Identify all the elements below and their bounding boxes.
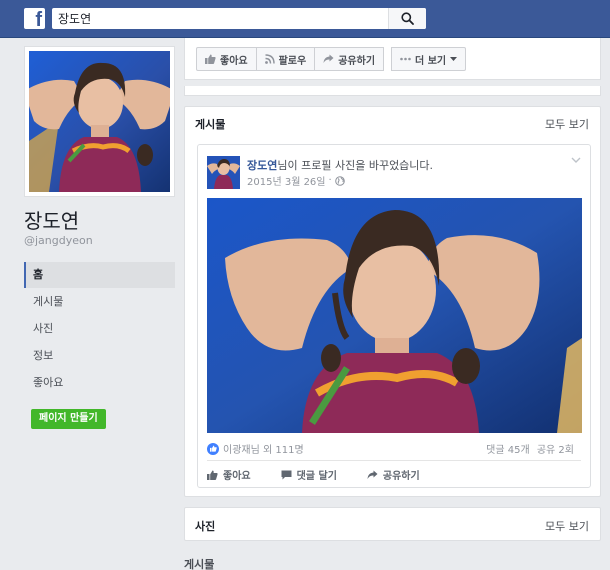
like-reaction-icon [207,442,219,455]
thumbs-up-icon [207,470,218,480]
more-label: 더 보기 [415,55,447,67]
post-action-text: 님이 프로필 사진을 바꾸었습니다. [277,159,434,172]
post-like-button[interactable]: 좋아요 [207,467,251,482]
comment-count[interactable]: 댓글 45개 [486,445,530,456]
post-header: 장도연님이 프로필 사진을 바꾸었습니다. [247,157,433,173]
post-divider [207,460,581,461]
nav-item-posts[interactable]: 게시물 [24,289,175,315]
search-icon [401,12,414,25]
post-counts: 댓글 45개 공유 2회 [486,441,574,456]
more-button[interactable]: 더 보기 [391,47,467,71]
post: 장도연님이 프로필 사진을 바꾸었습니다. 2015년 3월 26일 · 이광재… [197,144,591,488]
photos-section: 사진 모두 보기 [184,507,601,541]
search-box [52,8,426,29]
page-action-bar: 좋아요 팔로우 공유하기 더 보기 [184,38,601,80]
caret-down-icon [450,57,458,61]
posts-heading-bottom: 게시물 [184,558,215,570]
nav-item-likes[interactable]: 좋아요 [24,370,175,396]
nav-item-home[interactable]: 홈 [24,262,175,288]
post-options-chevron-icon[interactable] [571,157,581,163]
globe-icon[interactable] [334,175,345,186]
like-page-button[interactable]: 좋아요 [196,47,257,71]
follow-button[interactable]: 팔로우 [255,47,316,71]
post-photo[interactable] [207,198,582,433]
search-input[interactable] [52,8,388,29]
post-author-avatar[interactable] [207,156,240,189]
reactions-text: 이광재님 외 111명 [223,445,304,456]
more-dots-icon [400,57,411,61]
nav-item-about[interactable]: 정보 [24,343,175,369]
cover-card-bottom [184,86,601,96]
meta-separator: · [328,175,332,186]
profile-picture[interactable] [24,46,175,197]
like-page-label: 좋아요 [220,55,248,67]
share-arrow-icon [367,470,378,479]
post-comment-button[interactable]: 댓글 달기 [281,467,337,482]
top-bar: f [0,0,610,38]
photos-see-all-link[interactable]: 모두 보기 [545,518,589,534]
posts-see-all-link[interactable]: 모두 보기 [545,116,589,132]
photos-section-title: 사진 [195,520,216,533]
post-date[interactable]: 2015년 3월 26일 [247,173,326,188]
page-name: 장도연 [24,209,80,233]
post-share-label: 공유하기 [382,471,420,482]
follow-label: 팔로우 [278,55,307,67]
share-arrow-icon [323,54,334,63]
comment-icon [281,470,292,479]
share-page-button[interactable]: 공유하기 [314,47,385,71]
create-page-button[interactable]: 페이지 만들기 [31,409,106,429]
post-actions: 좋아요 댓글 달기 공유하기 [207,467,450,482]
profile-photo [29,51,170,192]
share-page-label: 공유하기 [338,55,376,67]
page-handle: @jangdyeon [24,234,93,247]
post-meta: 2015년 3월 26일 · [247,173,345,188]
post-comment-label: 댓글 달기 [296,471,337,482]
nav-item-photos[interactable]: 사진 [24,316,175,342]
thumbs-up-icon [205,54,216,64]
post-author-link[interactable]: 장도연 [247,159,277,172]
facebook-logo[interactable]: f [24,8,45,29]
posts-section: 게시물 모두 보기 장도연님이 프로필 사진을 바꾸었습니다. 2015년 3월… [184,106,601,497]
post-share-button[interactable]: 공유하기 [367,467,420,482]
posts-section-title: 게시물 [195,118,226,131]
rss-icon [264,54,275,64]
share-count[interactable]: 공유 2회 [537,445,574,456]
search-button[interactable] [388,8,426,29]
post-like-label: 좋아요 [223,471,251,482]
post-reactions[interactable]: 이광재님 외 111명 [207,441,304,456]
left-nav: 홈 게시물 사진 정보 좋아요 [24,262,175,397]
